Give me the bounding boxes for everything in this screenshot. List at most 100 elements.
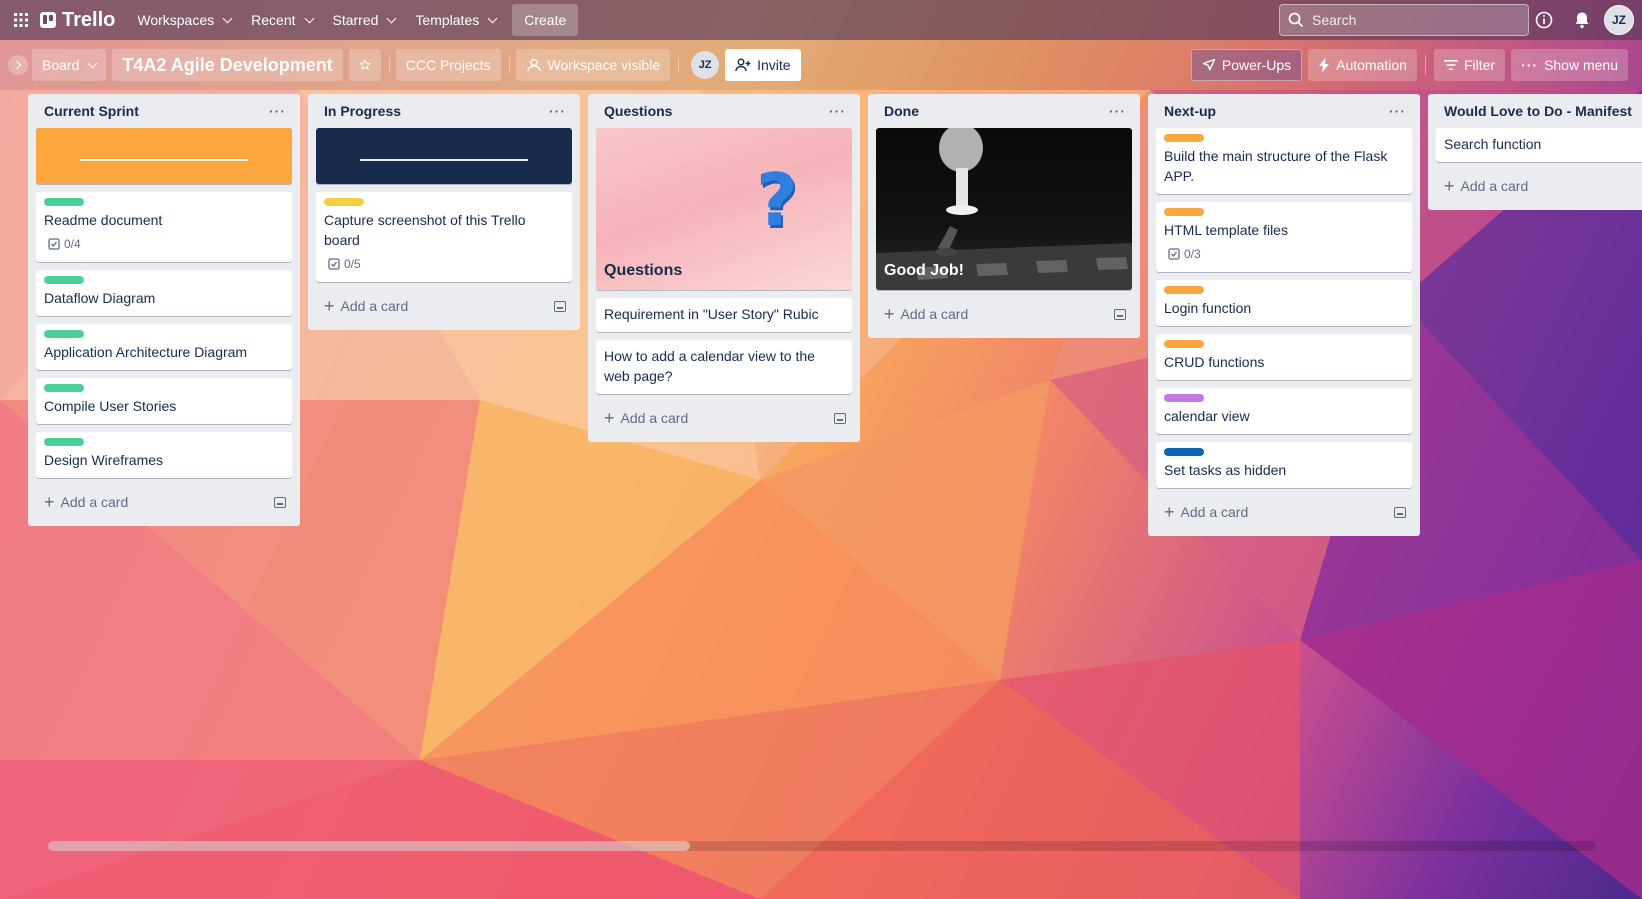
card[interactable]: Login function	[1156, 280, 1412, 326]
power-ups-label: Power-Ups	[1221, 57, 1292, 73]
list-menu-icon[interactable]: ···	[269, 103, 286, 119]
checklist-count: 0/3	[1184, 247, 1201, 261]
card-title: Capture screenshot of this Trello board	[324, 212, 526, 248]
info-icon[interactable]	[1528, 4, 1560, 36]
list-header[interactable]: Next-up ···	[1156, 94, 1412, 128]
more-dots-icon: ···	[1521, 57, 1539, 73]
card[interactable]: Set tasks as hidden	[1156, 442, 1412, 488]
create-button[interactable]: Create	[512, 4, 579, 36]
invite-button[interactable]: Invite	[725, 49, 801, 81]
list-title[interactable]: Done	[884, 103, 919, 119]
list-menu-icon[interactable]: ···	[1389, 103, 1406, 119]
expand-sidebar-button[interactable]	[8, 55, 28, 75]
list-menu-icon[interactable]: ···	[829, 103, 846, 119]
menu-workspaces[interactable]: Workspaces	[127, 4, 241, 36]
list-header[interactable]: In Progress ···	[316, 94, 572, 128]
card[interactable]: Readme document 0/4	[36, 192, 292, 262]
workspace-button[interactable]: CCC Projects	[395, 49, 501, 81]
menu-starred[interactable]: Starred	[323, 4, 406, 36]
add-card-button[interactable]: + Add a card	[44, 493, 128, 511]
board-view-switcher[interactable]: Board	[32, 49, 107, 81]
list-questions: Questions ··· ? Questions Requirement in…	[588, 94, 860, 442]
card-title: Build the main structure of the Flask AP…	[1164, 148, 1388, 184]
add-card-row: + Add a card	[596, 402, 852, 434]
card[interactable]: Requirement in "User Story" Rubic	[596, 298, 852, 332]
add-card-button[interactable]: + Add a card	[604, 409, 688, 427]
list-title[interactable]: Would Love to Do - Manifest	[1444, 103, 1632, 119]
search-input[interactable]	[1312, 12, 1512, 28]
color-cover-card[interactable]	[316, 128, 572, 184]
list-header[interactable]: Questions ···	[596, 94, 852, 128]
card[interactable]: calendar view	[1156, 388, 1412, 434]
card-template-icon[interactable]	[834, 412, 846, 424]
list-next-up: Next-up ··· Build the main structure of …	[1148, 94, 1420, 536]
add-card-row: + Add a card	[1156, 496, 1412, 528]
lightning-icon	[1319, 57, 1330, 73]
card[interactable]: HTML template files 0/3	[1156, 202, 1412, 272]
menu-templates[interactable]: Templates	[405, 4, 506, 36]
list-title[interactable]: Next-up	[1164, 103, 1216, 119]
card-label	[44, 330, 84, 338]
card-title: Readme document	[44, 212, 163, 228]
trello-logo[interactable]: Trello	[40, 9, 115, 32]
user-avatar[interactable]: JZ	[1604, 5, 1634, 35]
list-title[interactable]: In Progress	[324, 103, 401, 119]
card-template-icon[interactable]	[1394, 506, 1406, 518]
star-board-button[interactable]	[348, 49, 381, 81]
scrollbar-thumb[interactable]	[48, 841, 690, 851]
filter-button[interactable]: Filter	[1433, 49, 1506, 81]
search-box[interactable]	[1279, 4, 1529, 36]
list-title[interactable]: Questions	[604, 103, 672, 119]
brand-name: Trello	[62, 8, 116, 31]
app-switcher-icon[interactable]	[8, 4, 34, 36]
list-header[interactable]: Done ···	[876, 94, 1132, 128]
card[interactable]: Capture screenshot of this Trello board …	[316, 192, 572, 282]
list-menu-icon[interactable]: ···	[1109, 103, 1126, 119]
power-ups-button[interactable]: Power-Ups	[1190, 49, 1303, 81]
card-title: Login function	[1164, 300, 1252, 316]
card-template-icon[interactable]	[1114, 308, 1126, 320]
color-cover-card[interactable]	[36, 128, 292, 184]
card[interactable]: Dataflow Diagram	[36, 270, 292, 316]
rocket-icon	[1202, 58, 1216, 71]
checklist-badge: 0/4	[44, 234, 284, 254]
plus-icon: +	[44, 492, 55, 512]
add-card-button[interactable]: + Add a card	[1164, 503, 1248, 521]
add-card-button[interactable]: + Add a card	[1444, 177, 1528, 195]
show-menu-button[interactable]: ··· Show menu	[1511, 49, 1628, 81]
board-title[interactable]: T4A2 Agile Development	[112, 49, 343, 81]
card[interactable]: Compile User Stories	[36, 378, 292, 424]
list-header[interactable]: Current Sprint ···	[36, 94, 292, 128]
card-title: HTML template files	[1164, 222, 1288, 238]
card[interactable]: Build the main structure of the Flask AP…	[1156, 128, 1412, 194]
card-template-icon[interactable]	[554, 300, 566, 312]
member-avatar[interactable]: JZ	[691, 51, 720, 79]
people-icon	[526, 58, 541, 72]
card-title: Requirement in "User Story" Rubic	[604, 306, 819, 322]
menu-recent[interactable]: Recent	[241, 4, 322, 36]
card[interactable]: CRUD functions	[1156, 334, 1412, 380]
notifications-bell-icon[interactable]	[1566, 4, 1598, 36]
image-cover-card[interactable]: Good Job!	[876, 128, 1132, 290]
card-label	[44, 198, 84, 206]
list-menu-icon[interactable]: ···	[549, 103, 566, 119]
list-header[interactable]: Would Love to Do - Manifest	[1436, 94, 1642, 128]
visibility-button[interactable]: Workspace visible	[515, 49, 671, 81]
add-card-button[interactable]: + Add a card	[884, 305, 968, 323]
checklist-count: 0/4	[64, 237, 81, 251]
chevron-down-icon	[87, 58, 98, 68]
list-title[interactable]: Current Sprint	[44, 103, 139, 119]
plus-icon: +	[324, 296, 335, 316]
card[interactable]: How to add a calendar view to the web pa…	[596, 340, 852, 394]
card[interactable]: Application Architecture Diagram	[36, 324, 292, 370]
chevron-down-icon	[304, 13, 314, 23]
image-cover-card[interactable]: ? Questions	[596, 128, 852, 290]
add-card-label: Add a card	[1460, 178, 1529, 194]
horizontal-scrollbar[interactable]	[48, 841, 1596, 851]
automation-button[interactable]: Automation	[1308, 49, 1417, 81]
card[interactable]: Design Wireframes	[36, 432, 292, 478]
card[interactable]: Search function	[1436, 128, 1642, 162]
star-icon	[359, 59, 370, 70]
card-template-icon[interactable]	[274, 496, 286, 508]
add-card-button[interactable]: + Add a card	[324, 297, 408, 315]
